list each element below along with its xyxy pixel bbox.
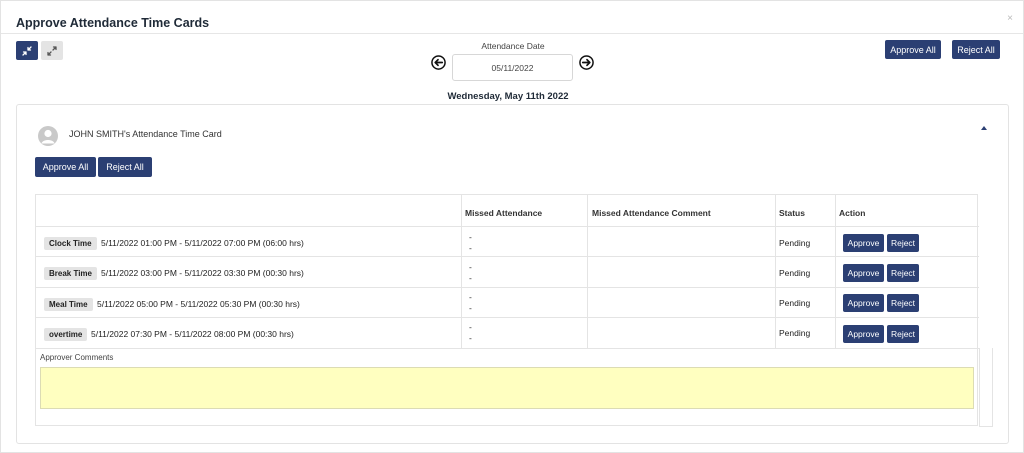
- collapse-all-button[interactable]: [16, 41, 38, 60]
- entry-time-range: 5/11/2022 03:00 PM - 5/11/2022 03:30 PM …: [101, 268, 304, 278]
- entry-type-tag: overtime: [44, 328, 88, 341]
- status-text: Pending: [779, 238, 811, 248]
- missed-attendance-value: -: [469, 292, 472, 302]
- reject-all-global-button[interactable]: Reject All: [952, 40, 1000, 59]
- expand-arrows-icon: [47, 45, 57, 56]
- approve-button[interactable]: Approve: [843, 234, 884, 252]
- arrow-left-circle-icon[interactable]: [431, 55, 446, 70]
- approve-button[interactable]: Approve: [843, 325, 884, 343]
- modal-header: Approve Attendance Time Cards ×: [1, 1, 1023, 34]
- status-text: Pending: [779, 268, 811, 278]
- collapse-arrows-icon: [22, 45, 32, 56]
- missed-attendance-value: -: [469, 262, 472, 272]
- time-card-title: JOHN SMITH's Attendance Time Card: [69, 129, 222, 139]
- table-row: overtime 5/11/2022 07:30 PM - 5/11/2022 …: [36, 317, 979, 347]
- status-text: Pending: [779, 298, 811, 308]
- missed-attendance-value: -: [469, 303, 472, 313]
- status-text: Pending: [779, 328, 811, 338]
- attendance-date-label: Attendance Date: [481, 41, 545, 51]
- header-status: Status: [779, 208, 805, 218]
- attendance-date-input[interactable]: 05/11/2022: [452, 54, 573, 81]
- entry-type-tag: Meal Time: [44, 298, 93, 311]
- row-divider: [36, 348, 979, 349]
- approve-button[interactable]: Approve: [843, 294, 884, 312]
- modal-title: Approve Attendance Time Cards: [16, 16, 210, 30]
- expand-all-button[interactable]: [41, 41, 63, 60]
- approve-all-global-button[interactable]: Approve All: [885, 40, 941, 59]
- entry-time-range: 5/11/2022 01:00 PM - 5/11/2022 07:00 PM …: [101, 238, 304, 248]
- time-card-panel: JOHN SMITH's Attendance Time Card Approv…: [16, 104, 1009, 444]
- reject-button[interactable]: Reject: [887, 325, 919, 343]
- missed-attendance-value: -: [469, 333, 472, 343]
- close-icon[interactable]: ×: [1007, 13, 1013, 24]
- time-entries-table: Missed Attendance Missed Attendance Comm…: [35, 194, 993, 427]
- table-row: Break Time 5/11/2022 03:00 PM - 5/11/202…: [36, 256, 979, 286]
- approve-all-card-button[interactable]: Approve All: [35, 157, 96, 177]
- table-row: Clock Time 5/11/2022 01:00 PM - 5/11/202…: [36, 226, 979, 256]
- collapse-caret-icon[interactable]: [981, 126, 987, 130]
- missed-attendance-value: -: [469, 232, 472, 242]
- entry-time-range: 5/11/2022 07:30 PM - 5/11/2022 08:00 PM …: [91, 329, 294, 339]
- missed-attendance-value: -: [469, 243, 472, 253]
- approver-comments-input[interactable]: [40, 367, 974, 409]
- entry-type-tag: Clock Time: [44, 237, 97, 250]
- avatar: [38, 126, 58, 146]
- missed-attendance-value: -: [469, 273, 472, 283]
- header-action: Action: [839, 208, 866, 218]
- reject-button[interactable]: Reject: [887, 294, 919, 312]
- table-side-strip: [979, 348, 993, 427]
- reject-button[interactable]: Reject: [887, 264, 919, 282]
- reject-all-card-button[interactable]: Reject All: [98, 157, 152, 177]
- missed-attendance-value: -: [469, 322, 472, 332]
- user-avatar-icon: [41, 129, 55, 144]
- entry-time-range: 5/11/2022 05:00 PM - 5/11/2022 05:30 PM …: [97, 299, 300, 309]
- table-row: Meal Time 5/11/2022 05:00 PM - 5/11/2022…: [36, 287, 979, 317]
- arrow-right-circle-icon[interactable]: [579, 55, 594, 70]
- approver-comments-label: Approver Comments: [40, 353, 114, 362]
- header-missed-comment: Missed Attendance Comment: [592, 208, 711, 218]
- approve-attendance-modal: Approve Attendance Time Cards × Attendan…: [0, 0, 1024, 453]
- reject-button[interactable]: Reject: [887, 234, 919, 252]
- selected-day-label: Wednesday, May 11th 2022: [447, 91, 569, 102]
- approve-button[interactable]: Approve: [843, 264, 884, 282]
- entry-type-tag: Break Time: [44, 267, 97, 280]
- header-missed-attendance: Missed Attendance: [465, 208, 543, 218]
